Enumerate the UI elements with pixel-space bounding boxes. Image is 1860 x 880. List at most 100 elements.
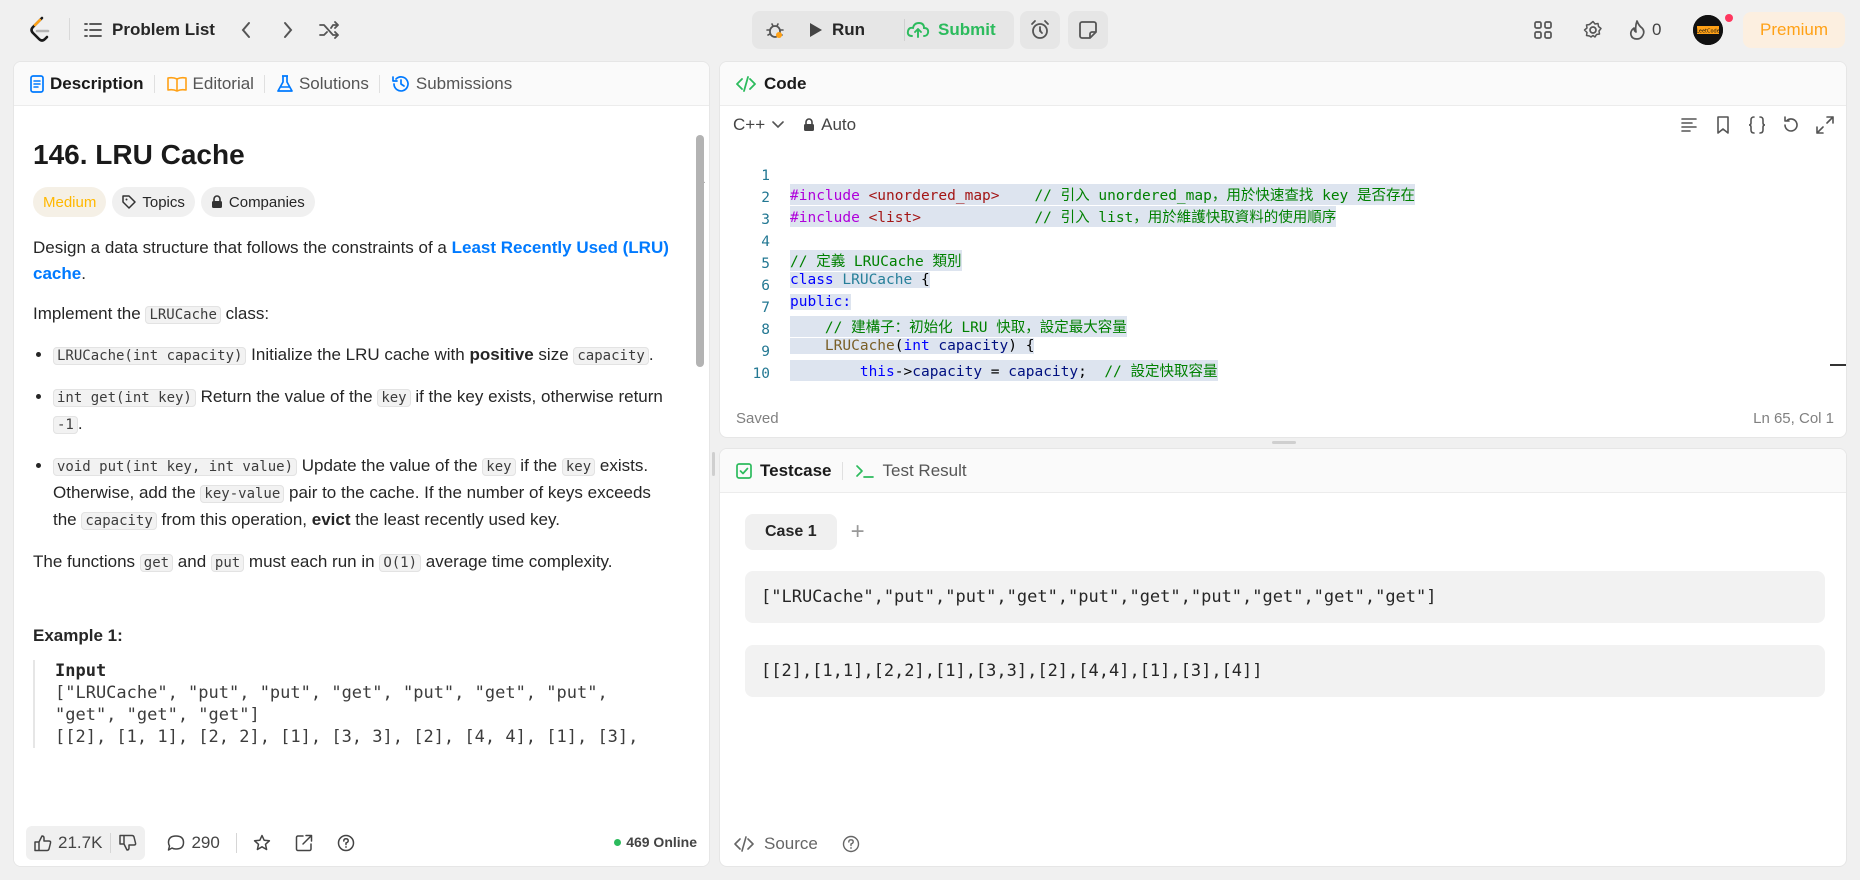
timer-button[interactable] [1020,11,1060,49]
text: Design a data structure that follows the… [33,238,452,257]
problem-list-button[interactable]: Problem List [84,16,215,44]
example-input-line: "get", "get", "get"] [55,705,260,725]
code-brackets-icon [736,75,756,92]
inline-code: key [482,458,516,476]
next-problem-button[interactable] [274,16,302,44]
flask-icon [277,74,293,93]
tab-label: Testcase [760,460,832,480]
divider [263,74,265,93]
editor-status-bar: Saved Ln 65, Col 1 [736,410,1834,427]
share-button[interactable] [287,826,321,860]
comment-icon [167,834,185,852]
code-line: 3 [720,196,1834,228]
curly-braces-icon[interactable] [1746,114,1768,136]
lock-icon [803,118,815,132]
vertical-resize-handle[interactable] [712,452,715,476]
code-header: Code [720,62,1846,106]
fire-icon [1628,20,1646,40]
help-button[interactable] [329,826,363,860]
case-tabs: Case 1 + [745,514,865,550]
scrollbar-thumb[interactable] [696,135,704,367]
text: if the [515,456,562,475]
case-1-tab[interactable]: Case 1 [745,514,837,550]
divider [235,833,237,853]
reset-icon[interactable] [1780,114,1802,136]
code-header-label: Code [764,73,807,93]
chevron-left-icon [240,21,252,39]
layout-button[interactable] [1529,16,1557,44]
implement-paragraph: Implement the LRUCache class: [33,301,674,328]
inline-code: get [139,554,174,572]
tab-code[interactable]: Code [736,74,817,94]
comments-button[interactable]: 290 [159,826,227,860]
text: Implement the [33,304,146,323]
text: must each run in [244,552,380,571]
like-count: 21.7K [58,833,103,852]
code-editor[interactable]: 1 #include <unordered_map> // 引入 unorder… [720,152,1834,382]
leetcode-logo-icon[interactable] [26,14,54,46]
add-case-button[interactable]: + [851,518,865,546]
code-line: 5 class LRUCache { [720,240,1834,288]
tab-solutions[interactable]: Solutions [277,74,379,94]
description-tabs: Description Editorial Solutions Submissi… [14,62,709,106]
method-list: LRUCache(int capacity) Initialize the LR… [33,342,674,534]
text: class: [220,304,270,323]
text: The functions [33,552,140,571]
expand-icon[interactable] [1814,114,1836,136]
favorite-button[interactable] [245,826,279,860]
horizontal-resize-handle[interactable] [1272,441,1296,444]
divider [378,74,380,93]
problem-list-label: Problem List [112,20,215,39]
tab-label: Editorial [192,73,254,93]
streak-counter[interactable]: 0 [1628,16,1661,44]
tab-test-result[interactable]: Test Result [855,461,977,481]
question-icon[interactable] [842,835,860,853]
tab-editorial[interactable]: Editorial [166,73,264,94]
random-problem-button[interactable] [316,16,344,44]
testcase-input-field[interactable]: [[2],[1,1],[2,2],[1],[3,3],[2],[4,4],[1]… [745,645,1825,697]
run-button[interactable]: Run [808,11,865,49]
text: if the key exists, otherwise return [410,387,663,406]
notes-button[interactable] [1068,11,1108,49]
mode-label: Auto [821,115,857,134]
submit-button[interactable]: Submit [906,11,996,49]
dislike-button[interactable] [111,826,145,860]
text: average time complexity. [421,552,613,571]
bookmark-icon[interactable] [1712,114,1734,136]
description-panel: Description Editorial Solutions Submissi… [13,61,710,867]
language-select[interactable]: C++ [733,115,785,135]
format-lines-icon[interactable] [1678,114,1700,136]
divider [841,461,843,480]
inline-code: put [210,554,245,572]
tab-testcase[interactable]: Testcase [736,461,842,481]
divider [904,19,905,41]
topics-label: Topics [142,193,185,211]
online-dot-icon [614,838,622,846]
thumbs-down-icon [119,834,137,852]
tab-submissions[interactable]: Submissions [392,74,522,94]
inline-code: key-value [200,485,285,503]
settings-button[interactable] [1579,16,1607,44]
like-button[interactable]: 21.7K [26,826,110,860]
editor-scroll-marker [1830,364,1846,366]
prev-problem-button[interactable] [232,16,260,44]
source-label: Source [764,834,818,853]
companies-button[interactable]: Companies [200,187,315,217]
inline-code: key [377,389,411,407]
chevron-down-icon [771,120,785,130]
code-line: 7 // 建構子：初始化 LRU 快取，設定最大容量 [720,284,1834,337]
premium-button[interactable]: Premium [1743,12,1845,48]
tab-description[interactable]: Description [30,74,154,94]
source-button[interactable]: Source [734,834,860,854]
book-icon [166,76,187,92]
tab-label: Submissions [415,73,513,93]
topics-button[interactable]: Topics [112,187,195,217]
debug-button[interactable] [760,11,790,49]
run-submit-group: Run Submit [752,11,1014,49]
history-icon [392,75,410,93]
auto-mode-toggle[interactable]: Auto [803,115,856,135]
text: . [77,414,83,433]
inline-code: -1 [53,416,78,434]
testcase-input-field[interactable]: ["LRUCache","put","put","get","put","get… [745,571,1825,623]
avatar[interactable]: LeetCode [1693,15,1723,45]
